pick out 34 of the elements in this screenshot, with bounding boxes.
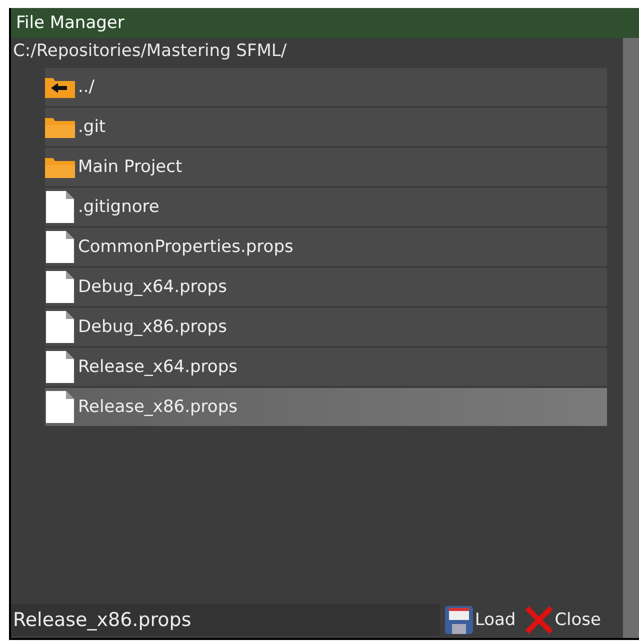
file-list-item[interactable]: Debug_x86.props bbox=[45, 308, 607, 346]
filename-field[interactable]: Release_x86.props bbox=[11, 604, 440, 636]
file-list-item[interactable]: CommonProperties.props bbox=[45, 228, 607, 266]
file-icon bbox=[45, 231, 75, 263]
file-list-item[interactable]: .gitignore bbox=[45, 188, 607, 226]
close-button[interactable]: Close bbox=[520, 605, 605, 635]
file-name: .git bbox=[78, 117, 106, 137]
load-button[interactable]: Load bbox=[440, 605, 520, 635]
file-name: .gitignore bbox=[78, 197, 160, 217]
file-list-item[interactable]: Release_x64.props bbox=[45, 348, 607, 386]
window-title: File Manager bbox=[11, 8, 639, 38]
file-name: Main Project bbox=[78, 157, 182, 177]
file-name: CommonProperties.props bbox=[78, 237, 294, 257]
file-name: Release_x86.props bbox=[78, 397, 238, 417]
folder-icon bbox=[45, 116, 75, 138]
file-name: Debug_x64.props bbox=[78, 277, 227, 297]
file-list-item[interactable]: Main Project bbox=[45, 148, 607, 186]
file-icon bbox=[45, 351, 75, 383]
file-icon bbox=[45, 311, 75, 343]
folder-icon bbox=[45, 156, 75, 178]
file-list-item[interactable]: Release_x86.props bbox=[45, 388, 607, 426]
back-arrow-folder-icon bbox=[45, 76, 75, 98]
file-list-item[interactable]: .git bbox=[45, 108, 607, 146]
scrollbar[interactable] bbox=[623, 38, 639, 638]
file-icon bbox=[45, 191, 75, 223]
close-icon bbox=[524, 605, 554, 635]
file-name: Debug_x86.props bbox=[78, 317, 227, 337]
file-list-item[interactable]: ../ bbox=[45, 68, 607, 106]
current-path: C:/Repositories/Mastering SFML/ bbox=[12, 40, 288, 63]
file-name: Release_x64.props bbox=[78, 357, 238, 377]
file-name: ../ bbox=[78, 77, 95, 97]
file-icon bbox=[45, 391, 75, 423]
file-icon bbox=[45, 271, 75, 303]
file-list-item[interactable]: Debug_x64.props bbox=[45, 268, 607, 306]
